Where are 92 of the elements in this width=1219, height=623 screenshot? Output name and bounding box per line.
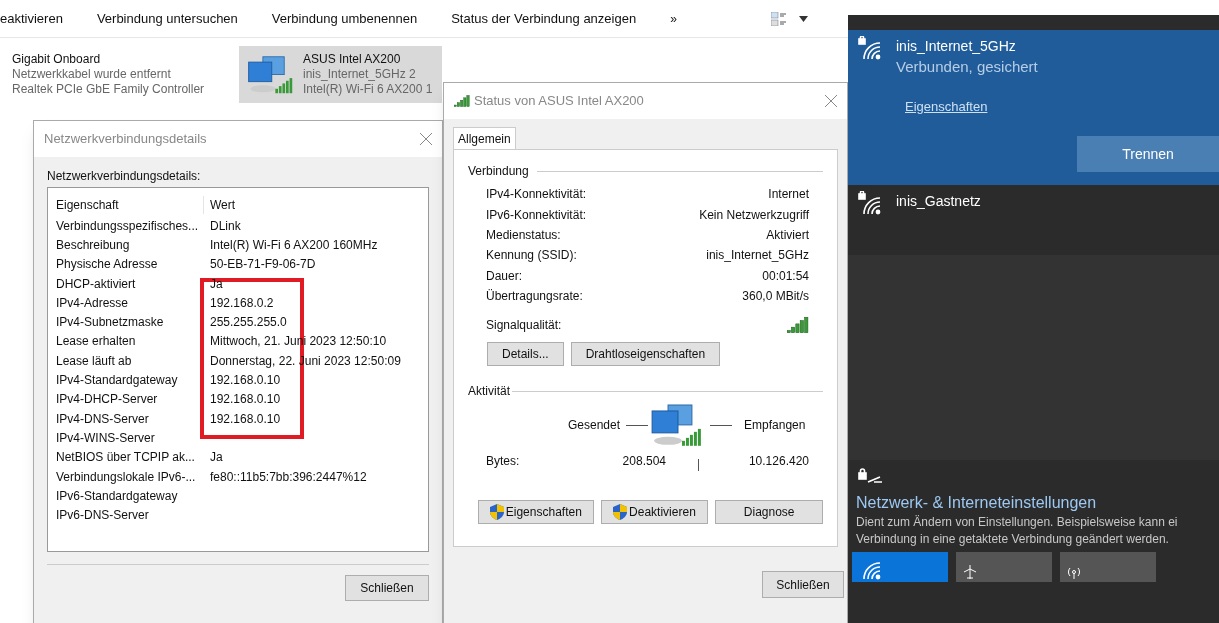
close-button[interactable]: Schließen (345, 575, 429, 601)
property-cell-text: Lease läuft ab (56, 352, 133, 370)
property-cell-text: NetBIOS über TCPIP ak... (56, 449, 196, 467)
adapter-status: Netzwerkkabel wurde entfernt (12, 67, 172, 82)
toolbar-command[interactable]: Verbindung umbenennen (271, 8, 418, 29)
status-label: Dauer: (486, 267, 523, 285)
value-cell-text: 192.168.0.2 (209, 294, 274, 312)
dialog-title: Netzwerkverbindungsdetails (44, 130, 207, 149)
group-heading: Aktivität (468, 383, 510, 401)
network-item[interactable]: inis_Gastnetz (848, 185, 1219, 255)
quick-action-tile[interactable] (1060, 552, 1156, 582)
property-cell-text: IPv4-Adresse (56, 294, 130, 312)
adapter-name: ASUS Intel AX200 (303, 52, 402, 67)
column-header[interactable]: Wert (204, 196, 236, 214)
tab[interactable]: Allgemein (453, 127, 516, 149)
property-cell-text: Physische Adresse (56, 256, 159, 274)
status-label: Übertragungsrate: (486, 288, 583, 306)
status-label: Kennung (SSID): (486, 247, 577, 265)
dialog-button[interactable]: Diagnose (715, 500, 823, 525)
received-bytes: 10.126.420 (747, 453, 809, 471)
bytes-label: Bytes: (486, 453, 521, 471)
dialog-button[interactable]: Deaktivieren (600, 500, 709, 525)
property-cell-text: IPv6-DNS-Server (56, 507, 150, 525)
value-cell-text: 192.168.0.10 (209, 410, 281, 428)
status-value: inis_Internet_5GHz (706, 247, 809, 265)
property-cell-text: IPv4-DHCP-Server (56, 391, 159, 409)
dropdown-caret-icon[interactable] (798, 15, 808, 22)
signal-quality-icon (787, 316, 809, 335)
wifi-icon (858, 36, 882, 60)
value-cell-text: 255.255.255.0 (209, 314, 287, 332)
value-cell-text: DLink (209, 217, 241, 235)
sent-label: Gesendet (568, 417, 622, 435)
status-value: 00:01:54 (762, 267, 809, 285)
value-cell-text: fe80::11b5:7bb:396:2447%12 (209, 468, 367, 486)
dialog-title: Status von ASUS Intel AX200 (474, 92, 644, 111)
dialog-button[interactable]: Details... (487, 342, 564, 367)
dialog-button[interactable]: Drahtloseigenschaften (570, 342, 721, 367)
toolbar-command[interactable]: eaktivieren (0, 8, 63, 29)
status-label: Signalqualität: (486, 317, 562, 335)
adapter-item[interactable]: Gigabit Onboard Netzwerkkabel wurde entfernt Realtek PCIe GbE Family Controller (12, 46, 227, 103)
dialog-button[interactable]: Eigenschaften (478, 500, 594, 525)
property-cell-text: IPv4-Standardgateway (56, 372, 179, 389)
received-label: Empfangen (743, 417, 806, 435)
property-cell-text: IPv4-DNS-Server (56, 410, 150, 428)
value-cell-text: 192.168.0.10 (209, 391, 281, 409)
status-value: Internet (768, 186, 809, 204)
adapter-name: Gigabit Onboard (12, 52, 102, 67)
column-header[interactable]: Eigenschaft (56, 196, 204, 214)
value-cell-text: Ja (209, 449, 223, 467)
toolbar-command[interactable]: Status der Verbindung anzeigen (451, 8, 637, 29)
status-value: Aktiviert (766, 226, 809, 244)
status-value: 360,0 MBit/s (742, 288, 809, 306)
properties-link[interactable]: Eigenschaften (905, 96, 988, 116)
toolbar-command[interactable]: Verbindung untersuchen (96, 8, 238, 29)
property-cell-text: Lease erhalten (56, 333, 137, 351)
adapter-device: Realtek PCIe GbE Family Controller (12, 82, 205, 97)
property-cell-text: IPv4-Subnetzmaske (56, 314, 165, 332)
property-cell-text: DHCP-aktiviert (56, 275, 137, 293)
property-cell-text: Beschreibung (56, 236, 131, 254)
adapter-device: Intel(R) Wi-Fi 6 AX200 1 (303, 82, 433, 97)
adapter-status: inis_Internet_5GHz 2 (303, 67, 417, 82)
close-icon[interactable] (825, 95, 837, 107)
adapter-item[interactable]: ASUS Intel AX200 inis_Internet_5GHz 2 Intel(R) Wi-Fi 6 AX200 1 (239, 46, 442, 103)
value-cell-text: 192.168.0.10 (209, 372, 281, 389)
settings-description: Dient zum Ändern von Einstellungen. Beispielsweise kann ei Verbindung in eine getaktete Verbindung geändert werden. (855, 514, 1179, 548)
property-cell-text: Verbindungslokale IPv6-... (56, 468, 197, 486)
network-status: Verbunden, gesichert (896, 57, 1038, 77)
close-icon[interactable] (420, 133, 432, 145)
settings-title[interactable]: Netzwerk- & Interneteinstellungen (848, 492, 1219, 514)
property-cell-text: Verbindungsspezifisches... (56, 217, 200, 235)
status-value: Kein Netzwerkzugriff (699, 206, 809, 224)
wifi-icon (858, 191, 882, 215)
status-label: IPv4-Konnektivität: (486, 186, 587, 204)
close-button[interactable]: Schließen (762, 571, 844, 598)
view-options-icon[interactable] (770, 11, 787, 26)
property-cell-text: IPv4-WINS-Server (56, 429, 156, 447)
status-label: IPv6-Konnektivität: (486, 206, 587, 224)
sent-bytes: 208.504 (621, 453, 666, 471)
more-commands[interactable]: » (670, 9, 677, 28)
property-cell-text: IPv6-Standardgateway (56, 487, 179, 505)
value-cell-text: 50-EB-71-F9-06-7D (209, 256, 316, 274)
list-label: Netzwerkverbindungsdetails: (47, 168, 202, 185)
network-name: inis_Internet_5GHz (896, 37, 1017, 56)
secured-network-icon (858, 468, 884, 484)
disconnect-button[interactable]: Trennen (1077, 136, 1219, 172)
value-cell-text: Intel(R) Wi-Fi 6 AX200 160MHz (209, 236, 378, 254)
group-heading: Verbindung (468, 163, 529, 180)
signal-icon (454, 95, 470, 107)
status-label: Medienstatus: (486, 226, 561, 244)
quick-action-tile[interactable] (852, 552, 948, 582)
quick-action-tile[interactable] (956, 552, 1052, 582)
network-name: inis_Gastnetz (896, 192, 981, 211)
